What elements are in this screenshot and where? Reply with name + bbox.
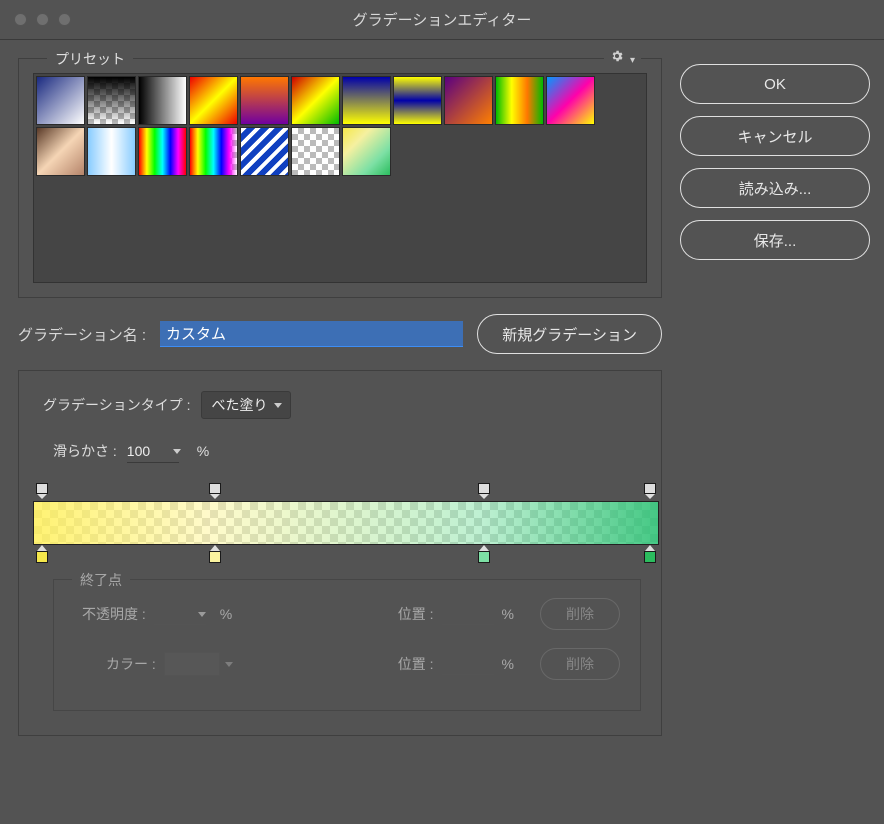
delete-button: 削除: [540, 598, 620, 630]
opacity-stop[interactable]: [35, 483, 49, 499]
preset-swatch[interactable]: [189, 76, 238, 125]
presets-group: プリセット ▾: [18, 58, 662, 298]
gradient-name-label: グラデーション名 :: [18, 324, 146, 345]
presets-list[interactable]: [33, 73, 647, 283]
endpoint-label: 終了点: [72, 570, 130, 590]
percent-label: %: [502, 606, 514, 622]
gradient-bar[interactable]: [33, 501, 659, 545]
location-label: 位置 :: [398, 654, 434, 674]
location-input: [442, 603, 494, 625]
window-controls: [14, 13, 71, 26]
preset-swatch[interactable]: [342, 127, 391, 176]
preset-swatch[interactable]: [240, 76, 289, 125]
location-input: [442, 653, 494, 675]
save-button[interactable]: 保存...: [680, 220, 870, 260]
color-label: カラー :: [106, 654, 156, 674]
preset-swatch[interactable]: [87, 76, 136, 125]
chevron-down-icon[interactable]: [173, 449, 181, 454]
smoothness-label: 滑らかさ :: [53, 441, 117, 461]
gradient-type-label: グラデーションタイプ :: [43, 395, 191, 415]
window-title: グラデーションエディター: [0, 9, 884, 30]
chevron-down-icon: [198, 612, 206, 617]
gradient-name-row: グラデーション名 : 新規グラデーション: [18, 314, 662, 354]
opacity-label: 不透明度 :: [82, 604, 146, 624]
preset-swatch[interactable]: [342, 76, 391, 125]
gradient-type-value: べた塗り: [212, 395, 268, 415]
smoothness-input[interactable]: [127, 439, 179, 463]
ok-button[interactable]: OK: [680, 64, 870, 104]
preset-swatch[interactable]: [138, 127, 187, 176]
opacity-stop[interactable]: [643, 483, 657, 499]
percent-label: %: [220, 606, 232, 622]
load-button[interactable]: 読み込み...: [680, 168, 870, 208]
gradient-settings-group: グラデーションタイプ : べた塗り 滑らかさ : % 終了点 不透明度 :: [18, 370, 662, 736]
new-gradient-button[interactable]: 新規グラデーション: [477, 314, 662, 354]
presets-label: プリセット: [47, 49, 133, 69]
preset-swatch[interactable]: [495, 76, 544, 125]
location-label: 位置 :: [398, 604, 434, 624]
minimize-icon[interactable]: [36, 13, 49, 26]
preset-swatch[interactable]: [393, 76, 442, 125]
preset-swatch[interactable]: [444, 76, 493, 125]
opacity-stop[interactable]: [477, 483, 491, 499]
preset-swatch[interactable]: [36, 127, 85, 176]
color-stop[interactable]: [35, 545, 49, 563]
preset-swatch[interactable]: [36, 76, 85, 125]
endpoint-group: 終了点 不透明度 : % 位置 : % 削除 カラー :: [53, 579, 641, 711]
close-icon[interactable]: [14, 13, 27, 26]
titlebar: グラデーションエディター: [0, 0, 884, 40]
gradient-type-select[interactable]: べた塗り: [201, 391, 291, 419]
preset-swatch[interactable]: [87, 127, 136, 176]
gear-icon[interactable]: ▾: [604, 49, 641, 68]
preset-swatch[interactable]: [138, 76, 187, 125]
percent-label: %: [197, 443, 209, 459]
color-stop[interactable]: [643, 545, 657, 563]
color-stop[interactable]: [208, 545, 222, 563]
zoom-icon[interactable]: [58, 13, 71, 26]
color-stop[interactable]: [477, 545, 491, 563]
percent-label: %: [502, 656, 514, 672]
preset-swatch[interactable]: [189, 127, 238, 176]
color-well: [164, 652, 220, 676]
preset-swatch[interactable]: [291, 127, 340, 176]
delete-button: 削除: [540, 648, 620, 680]
preset-swatch[interactable]: [240, 127, 289, 176]
gradient-name-input[interactable]: [160, 321, 463, 347]
cancel-button[interactable]: キャンセル: [680, 116, 870, 156]
preset-swatch[interactable]: [546, 76, 595, 125]
preset-swatch[interactable]: [291, 76, 340, 125]
opacity-stop[interactable]: [208, 483, 222, 499]
